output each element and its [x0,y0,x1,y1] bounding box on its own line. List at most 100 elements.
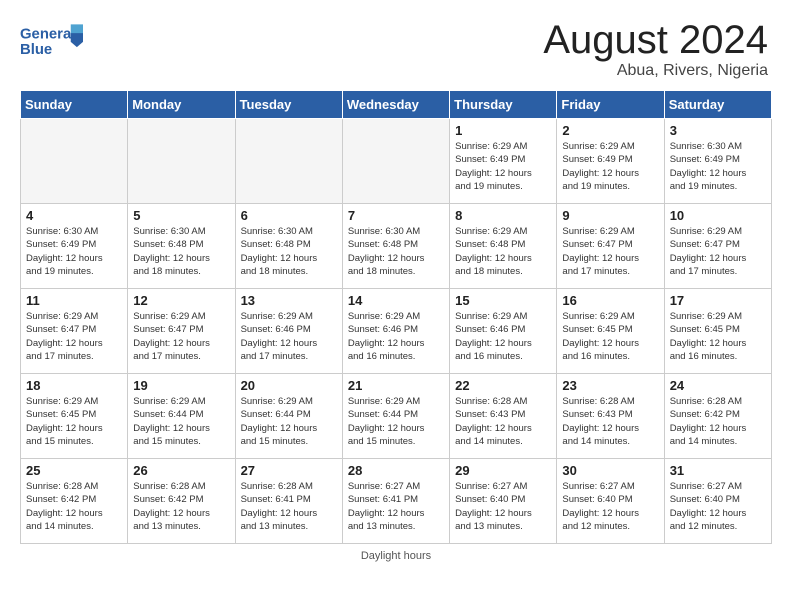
calendar-day-cell: 13 Sunrise: 6:29 AMSunset: 6:46 PMDayligh… [235,289,342,374]
day-of-week-header: Saturday [664,91,771,119]
day-info: Sunrise: 6:29 AMSunset: 6:46 PMDaylight:… [241,310,337,363]
day-number: 26 [133,463,229,478]
day-number: 12 [133,293,229,308]
day-number: 16 [562,293,658,308]
day-number: 15 [455,293,551,308]
day-number: 17 [670,293,766,308]
calendar-day-cell: 26 Sunrise: 6:28 AMSunset: 6:42 PMDayligh… [128,459,235,544]
header-row: SundayMondayTuesdayWednesdayThursdayFrid… [21,91,772,119]
calendar-day-cell: 23Sunrise: 6:28 AMSunset: 6:43 PMDayligh… [557,374,664,459]
day-number: 9 [562,208,658,223]
day-number: 24 [670,378,766,393]
day-number: 4 [26,208,122,223]
location-title: Abua, Rivers, Nigeria [543,62,768,80]
logo: General Blue [20,18,90,63]
day-info: Sunrise: 6:28 AMSunset: 6:43 PMDaylight:… [562,395,658,448]
day-of-week-header: Wednesday [342,91,449,119]
day-info: Sunrise: 6:29 AMSunset: 6:46 PMDaylight:… [348,310,444,363]
calendar-week-row: 11 Sunrise: 6:29 AMSunset: 6:47 PMDayligh… [21,289,772,374]
day-info: Sunrise: 6:30 AMSunset: 6:48 PMDaylight:… [348,225,444,278]
header: General Blue August 2024 Abua, Rivers, N… [0,0,792,90]
day-info: Sunrise: 6:29 AMSunset: 6:45 PMDaylight:… [670,310,766,363]
calendar-wrapper: SundayMondayTuesdayWednesdayThursdayFrid… [0,90,792,544]
day-info: Sunrise: 6:29 AMSunset: 6:49 PMDaylight:… [455,140,551,193]
day-number: 14 [348,293,444,308]
calendar-day-cell: 4 Sunrise: 6:30 AMSunset: 6:49 PMDaylight… [21,204,128,289]
day-info: Sunrise: 6:28 AMSunset: 6:41 PMDaylight:… [241,480,337,533]
day-number: 28 [348,463,444,478]
month-title: August 2024 [543,18,768,62]
day-info: Sunrise: 6:27 AMSunset: 6:41 PMDaylight:… [348,480,444,533]
day-of-week-header: Tuesday [235,91,342,119]
calendar-day-cell: 2Sunrise: 6:29 AMSunset: 6:49 PMDaylight… [557,119,664,204]
calendar-day-cell: 22 Sunrise: 6:28 AMSunset: 6:43 PMDayligh… [450,374,557,459]
calendar-day-cell: 5 Sunrise: 6:30 AMSunset: 6:48 PMDaylight… [128,204,235,289]
day-info: Sunrise: 6:30 AMSunset: 6:49 PMDaylight:… [26,225,122,278]
day-number: 22 [455,378,551,393]
day-number: 11 [26,293,122,308]
day-number: 10 [670,208,766,223]
day-info: Sunrise: 6:30 AMSunset: 6:48 PMDaylight:… [241,225,337,278]
calendar-day-cell [21,119,128,204]
calendar-header: SundayMondayTuesdayWednesdayThursdayFrid… [21,91,772,119]
calendar-body: 1 Sunrise: 6:29 AMSunset: 6:49 PMDaylight… [21,119,772,544]
calendar-day-cell: 17 Sunrise: 6:29 AMSunset: 6:45 PMDayligh… [664,289,771,374]
day-info: Sunrise: 6:27 AMSunset: 6:40 PMDaylight:… [455,480,551,533]
day-number: 21 [348,378,444,393]
title-block: August 2024 Abua, Rivers, Nigeria [543,18,768,80]
day-info: Sunrise: 6:29 AMSunset: 6:45 PMDaylight:… [26,395,122,448]
day-info: Sunrise: 6:29 AMSunset: 6:47 PMDaylight:… [670,225,766,278]
day-info: Sunrise: 6:29 AMSunset: 6:47 PMDaylight:… [26,310,122,363]
calendar-table: SundayMondayTuesdayWednesdayThursdayFrid… [20,90,772,544]
calendar-day-cell: 27 Sunrise: 6:28 AMSunset: 6:41 PMDayligh… [235,459,342,544]
calendar-day-cell: 6Sunrise: 6:30 AMSunset: 6:48 PMDaylight… [235,204,342,289]
day-number: 13 [241,293,337,308]
calendar-day-cell: 10 Sunrise: 6:29 AMSunset: 6:47 PMDayligh… [664,204,771,289]
calendar-day-cell: 1 Sunrise: 6:29 AMSunset: 6:49 PMDaylight… [450,119,557,204]
day-number: 29 [455,463,551,478]
day-info: Sunrise: 6:28 AMSunset: 6:42 PMDaylight:… [670,395,766,448]
day-of-week-header: Thursday [450,91,557,119]
calendar-day-cell: 20Sunrise: 6:29 AMSunset: 6:44 PMDayligh… [235,374,342,459]
day-info: Sunrise: 6:27 AMSunset: 6:40 PMDaylight:… [670,480,766,533]
footer: Daylight hours [0,544,792,566]
day-info: Sunrise: 6:30 AMSunset: 6:48 PMDaylight:… [133,225,229,278]
day-info: Sunrise: 6:29 AMSunset: 6:44 PMDaylight:… [133,395,229,448]
day-info: Sunrise: 6:29 AMSunset: 6:49 PMDaylight:… [562,140,658,193]
calendar-day-cell: 29 Sunrise: 6:27 AMSunset: 6:40 PMDayligh… [450,459,557,544]
day-info: Sunrise: 6:28 AMSunset: 6:42 PMDaylight:… [133,480,229,533]
calendar-day-cell: 16Sunrise: 6:29 AMSunset: 6:45 PMDayligh… [557,289,664,374]
calendar-day-cell [128,119,235,204]
day-info: Sunrise: 6:29 AMSunset: 6:47 PMDaylight:… [133,310,229,363]
calendar-week-row: 25Sunrise: 6:28 AMSunset: 6:42 PMDayligh… [21,459,772,544]
day-info: Sunrise: 6:29 AMSunset: 6:48 PMDaylight:… [455,225,551,278]
day-number: 31 [670,463,766,478]
calendar-day-cell: 15 Sunrise: 6:29 AMSunset: 6:46 PMDayligh… [450,289,557,374]
day-number: 7 [348,208,444,223]
calendar-week-row: 4 Sunrise: 6:30 AMSunset: 6:49 PMDaylight… [21,204,772,289]
svg-text:Blue: Blue [20,42,52,58]
day-info: Sunrise: 6:28 AMSunset: 6:43 PMDaylight:… [455,395,551,448]
day-number: 8 [455,208,551,223]
day-info: Sunrise: 6:29 AMSunset: 6:46 PMDaylight:… [455,310,551,363]
day-number: 18 [26,378,122,393]
day-number: 1 [455,123,551,138]
day-number: 30 [562,463,658,478]
day-number: 5 [133,208,229,223]
calendar-day-cell: 9 Sunrise: 6:29 AMSunset: 6:47 PMDaylight… [557,204,664,289]
svg-text:General: General [20,26,75,42]
day-number: 19 [133,378,229,393]
calendar-day-cell: 7 Sunrise: 6:30 AMSunset: 6:48 PMDaylight… [342,204,449,289]
calendar-day-cell: 12 Sunrise: 6:29 AMSunset: 6:47 PMDayligh… [128,289,235,374]
calendar-day-cell [235,119,342,204]
calendar-day-cell: 14 Sunrise: 6:29 AMSunset: 6:46 PMDayligh… [342,289,449,374]
day-of-week-header: Friday [557,91,664,119]
day-number: 27 [241,463,337,478]
calendar-day-cell: 25Sunrise: 6:28 AMSunset: 6:42 PMDayligh… [21,459,128,544]
day-info: Sunrise: 6:29 AMSunset: 6:47 PMDaylight:… [562,225,658,278]
day-info: Sunrise: 6:30 AMSunset: 6:49 PMDaylight:… [670,140,766,193]
calendar-day-cell: 11 Sunrise: 6:29 AMSunset: 6:47 PMDayligh… [21,289,128,374]
day-info: Sunrise: 6:29 AMSunset: 6:44 PMDaylight:… [348,395,444,448]
day-number: 3 [670,123,766,138]
logo-icon: General Blue [20,18,90,63]
